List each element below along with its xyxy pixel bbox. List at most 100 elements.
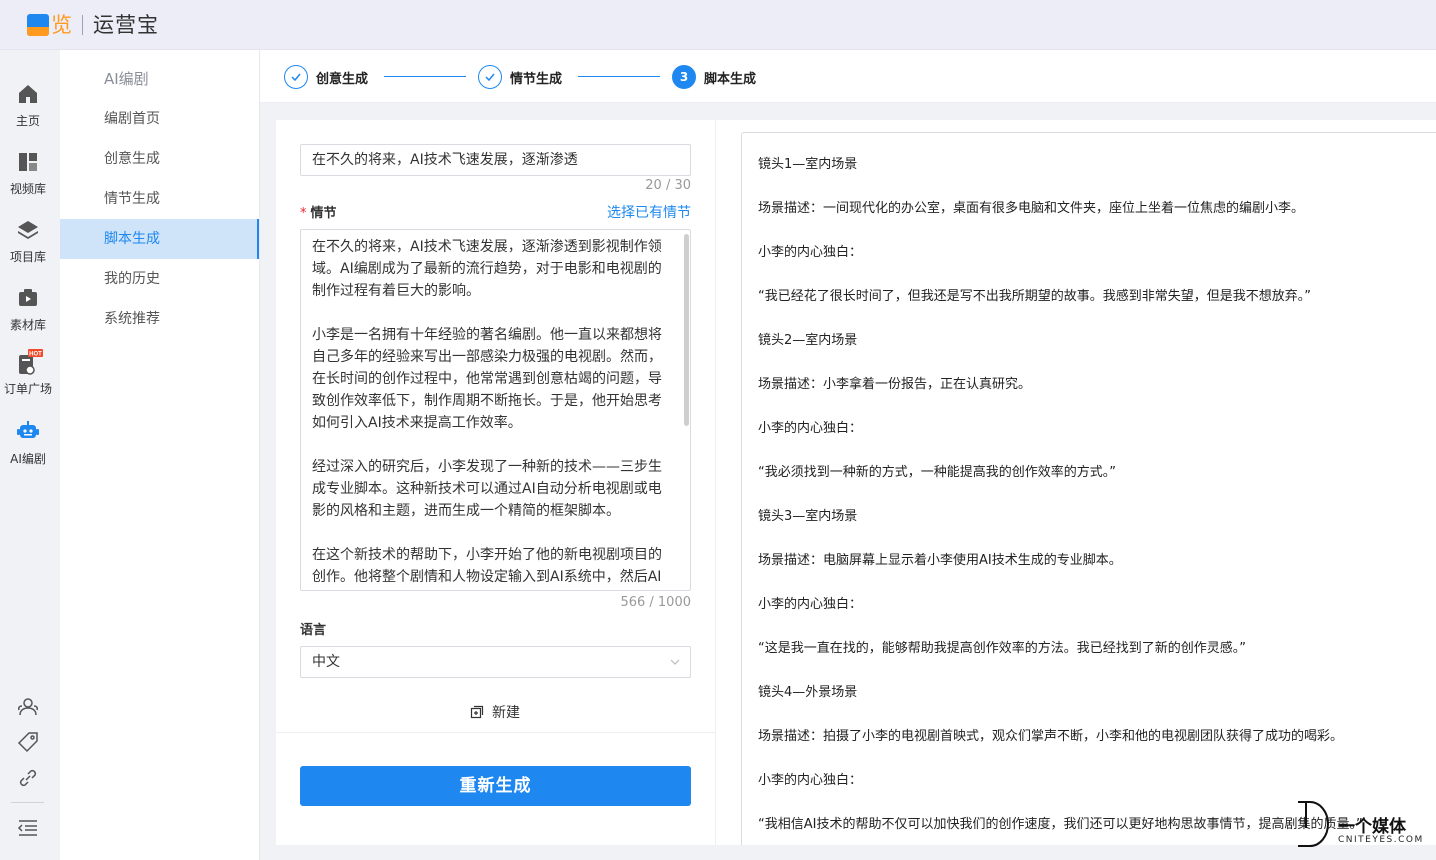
script-line: 小李的内心独白：	[758, 245, 863, 260]
rail-bottom-collapse[interactable]	[0, 816, 56, 840]
submenu-title: AI编剧	[104, 70, 149, 88]
check-icon	[284, 65, 308, 89]
new-icon	[470, 705, 484, 719]
panel-divider	[276, 732, 715, 733]
rail-bottom-link[interactable]	[0, 766, 56, 790]
rail-item-video-library[interactable]: 视频库	[0, 150, 56, 197]
language-select[interactable]: 中文	[300, 646, 691, 678]
regenerate-button[interactable]: 重新生成	[300, 766, 691, 806]
plot-counter: 566 / 1000	[620, 595, 691, 610]
rail-label-order-square: 订单广场	[3, 382, 52, 396]
app-name: 运营宝	[93, 12, 159, 37]
logo-char: 览	[51, 12, 72, 37]
script-line: 场景描述：小李拿着一份报告，正在认真研究。	[758, 377, 1032, 392]
user-group-icon	[18, 698, 38, 716]
plot-scrollbar[interactable]	[684, 234, 689, 426]
logo-mark-icon	[27, 14, 49, 36]
plot-label-text: 情节	[310, 206, 337, 221]
media-icon	[19, 289, 37, 306]
language-value: 中文	[312, 654, 340, 670]
plot-paragraph: 经过深入的研究后，小李发现了一种新的技术——三步生成专业脚本。这种新技术可以通过…	[312, 459, 662, 519]
rail-divider	[11, 802, 44, 803]
rail-item-project-library[interactable]: 项目库	[0, 218, 56, 265]
script-line: 小李的内心独白：	[758, 421, 863, 436]
submenu: AI编剧 编剧首页 创意生成 情节生成 脚本生成 我的历史 系统推荐	[60, 50, 260, 860]
rail-item-ai-writer[interactable]: AI编剧	[0, 420, 56, 467]
language-label: 语言	[300, 623, 327, 638]
chevron-down-icon	[670, 659, 680, 665]
submenu-item-script[interactable]: 脚本生成	[60, 219, 259, 259]
rail-bottom-users[interactable]	[0, 695, 56, 719]
rail-label-video-library: 视频库	[9, 182, 46, 196]
step-label-plot: 情节生成	[510, 71, 563, 87]
logo-separator	[82, 15, 83, 35]
script-line: “我必须找到一种新的方式，一种能提高我的创作效率的方式。”	[758, 465, 1116, 480]
script-line: “我已经花了很长时间了，但我还是写不出我所期望的故事。我感到非常失望，但是我不想…	[758, 289, 1311, 304]
watermark-en: CNITEYES.COM	[1338, 835, 1424, 845]
home-icon	[19, 85, 37, 103]
layers-icon	[18, 221, 38, 239]
step-number: 3	[672, 65, 696, 89]
order-icon: HOT	[19, 349, 43, 375]
step-connector	[384, 76, 466, 77]
submenu-item-history[interactable]: 我的历史	[60, 259, 259, 299]
form-panel: 在不久的将来，AI技术飞速发展，逐渐渗透 20 / 30 * 情节 选择已有情节 …	[276, 120, 715, 845]
new-button[interactable]: 新建	[470, 702, 520, 722]
check-icon	[478, 65, 502, 89]
submenu-item-idea[interactable]: 创意生成	[60, 139, 259, 179]
plot-textarea[interactable]: 在不久的将来，AI技术飞速发展，逐渐渗透到影视制作领域。AI编剧成为了最新的流行…	[300, 229, 691, 591]
title-counter: 20 / 30	[645, 178, 691, 193]
robot-icon	[17, 421, 39, 438]
plot-label: * 情节	[300, 202, 337, 221]
watermark-cn: 一个媒体	[1338, 817, 1406, 837]
hot-badge: HOT	[29, 352, 42, 358]
step-label-script: 脚本生成	[704, 71, 757, 87]
watermark-logo-icon	[1298, 801, 1329, 847]
script-line: 场景描述：拍摄了小李的电视剧首映式，观众们掌声不断，小李和他的电视剧团队获得了成…	[758, 729, 1344, 744]
submenu-item-home[interactable]: 编剧首页	[60, 99, 259, 139]
menu-collapse-icon	[17, 820, 37, 836]
step-plot[interactable]: 情节生成	[478, 64, 562, 90]
script-line: 小李的内心独白：	[758, 597, 863, 612]
rail-item-home[interactable]: 主页	[0, 82, 56, 129]
script-line: “这是我一直在找的，能够帮助我提高创作效率的方法。我已经找到了新的创作灵感。”	[758, 641, 1246, 656]
video-library-icon	[19, 153, 37, 171]
watermark: 一个媒体 CNITEYES.COM	[1296, 798, 1436, 850]
step-label-idea: 创意生成	[316, 71, 369, 87]
script-line: 镜头1—室内场景	[758, 157, 858, 172]
title-input[interactable]: 在不久的将来，AI技术飞速发展，逐渐渗透	[300, 144, 691, 176]
script-line: 小李的内心独白：	[758, 773, 863, 788]
submenu-item-recommend[interactable]: 系统推荐	[60, 299, 259, 339]
script-line: 镜头2—室内场景	[758, 333, 858, 348]
step-connector	[578, 76, 660, 77]
script-line: “我相信AI技术的帮助不仅可以加快我们的创作速度，我们还可以更好地构思故事情节，…	[758, 817, 1363, 832]
step-idea[interactable]: 创意生成	[284, 64, 368, 90]
rail-label-ai-writer: AI编剧	[10, 452, 46, 466]
rail-item-media-library[interactable]: 素材库	[0, 286, 56, 333]
top-bar: 览 运营宝	[0, 0, 1436, 50]
step-script[interactable]: 3 脚本生成	[672, 64, 756, 90]
tag-icon	[17, 732, 38, 753]
rail-label-media-library: 素材库	[9, 318, 46, 332]
steps-bar: 创意生成 情节生成 3 脚本生成	[260, 50, 1436, 103]
select-plot-link[interactable]: 选择已有情节	[607, 202, 691, 222]
script-line: 场景描述：电脑屏幕上显示着小李使用AI技术生成的专业脚本。	[758, 553, 1122, 568]
plot-paragraph: 在不久的将来，AI技术飞速发展，逐渐渗透到影视制作领域。AI编剧成为了最新的流行…	[312, 239, 662, 299]
icon-rail: 主页 视频库 项目库 素材库 HOT 订单广场 AI编剧	[0, 50, 60, 860]
script-output[interactable]: 镜头1—室内场景 场景描述：一间现代化的办公室，桌面有很多电脑和文件夹，座位上坐…	[741, 132, 1436, 845]
rail-label-home: 主页	[15, 114, 40, 128]
new-button-label: 新建	[492, 705, 520, 721]
link-icon	[19, 769, 37, 787]
app-logo[interactable]: 览 运营宝	[27, 10, 159, 40]
script-panel: 镜头1—室内场景 场景描述：一间现代化的办公室，桌面有很多电脑和文件夹，座位上坐…	[715, 120, 1436, 845]
rail-bottom-tags[interactable]	[0, 730, 56, 754]
required-mark: *	[300, 206, 307, 221]
script-line: 场景描述：一间现代化的办公室，桌面有很多电脑和文件夹，座位上坐着一位焦虑的编剧小…	[758, 201, 1305, 216]
rail-label-project-library: 项目库	[9, 250, 46, 264]
rail-item-order-square[interactable]: HOT 订单广场	[0, 348, 56, 397]
plot-paragraph: 在这个新技术的帮助下，小李开始了他的新电视剧项目的创作。他将整个剧情和人物设定输…	[312, 547, 662, 585]
script-line: 镜头3—室内场景	[758, 509, 858, 524]
script-line: 镜头4—外景场景	[758, 685, 858, 700]
submenu-item-plot[interactable]: 情节生成	[60, 179, 259, 219]
plot-paragraph: 小李是一名拥有十年经验的著名编剧。他一直以来都想将自己多年的经验来写出一部感染力…	[312, 327, 662, 431]
